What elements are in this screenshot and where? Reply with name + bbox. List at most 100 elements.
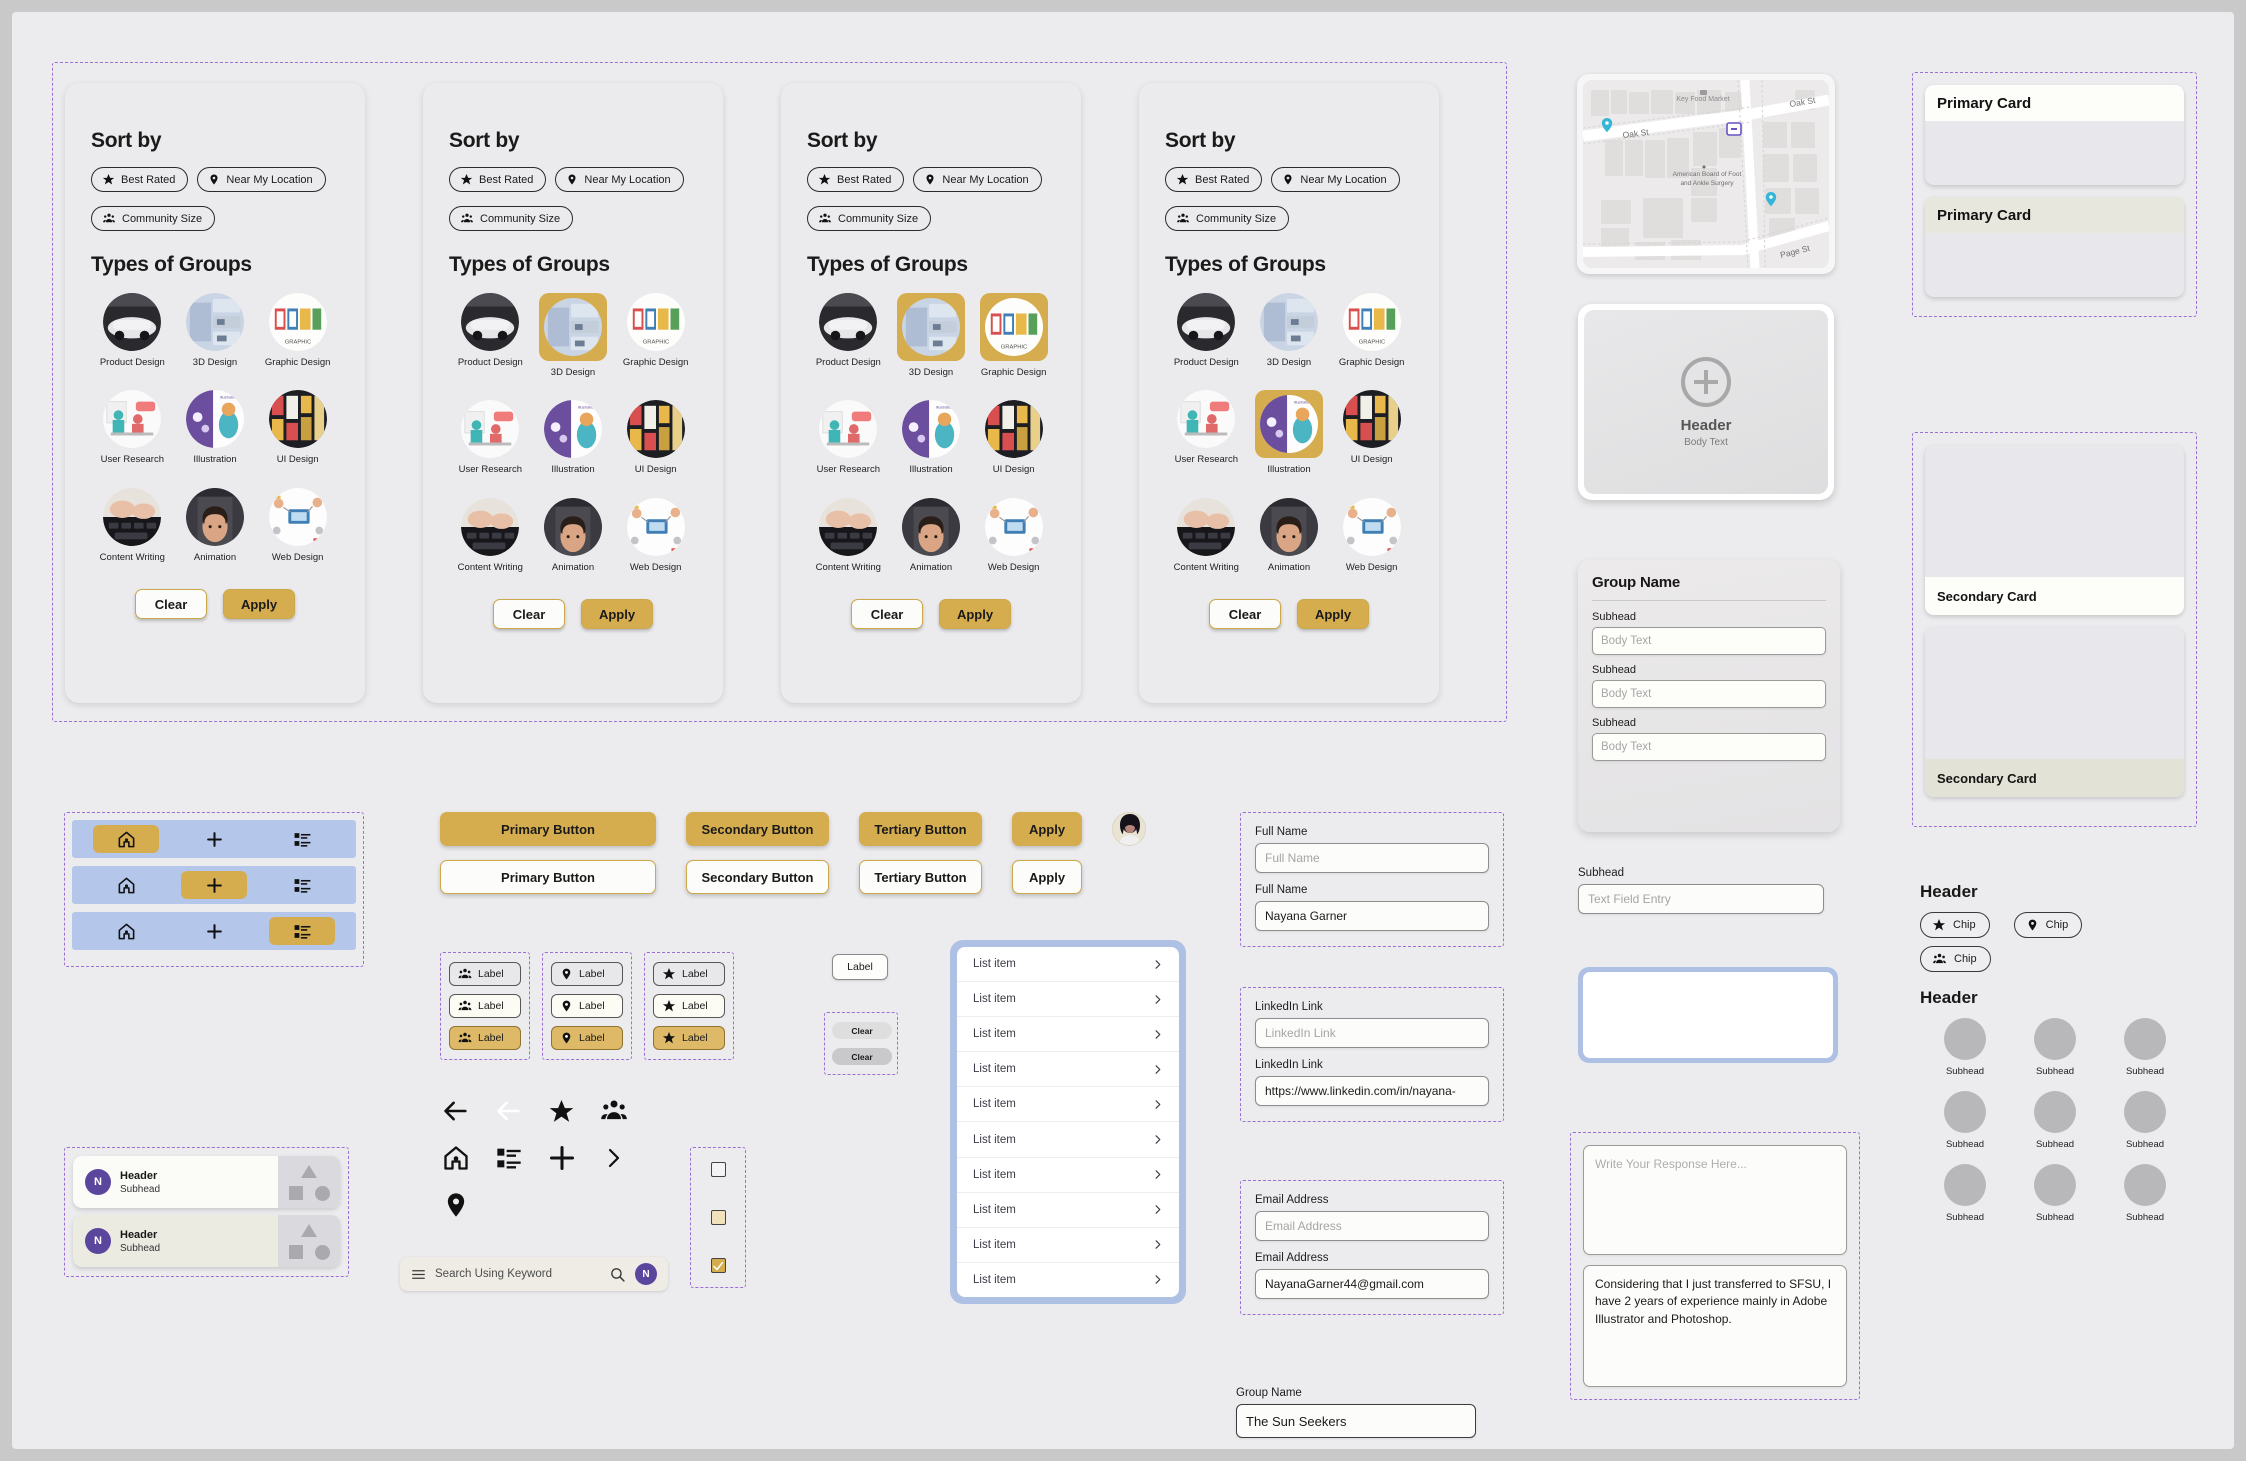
apply-button-outline[interactable]: Apply bbox=[1012, 860, 1082, 894]
group-type-item[interactable]: 3D Design bbox=[174, 293, 256, 368]
search-icon[interactable] bbox=[609, 1266, 626, 1283]
tertiary-button-outline[interactable]: Tertiary Button bbox=[859, 860, 982, 894]
group-type-thumb[interactable] bbox=[1259, 497, 1318, 556]
nav-add-button[interactable] bbox=[181, 917, 247, 945]
email-input-empty[interactable]: Email Address bbox=[1255, 1211, 1489, 1241]
home-icon[interactable] bbox=[442, 1144, 470, 1172]
group-type-thumb[interactable] bbox=[819, 293, 878, 351]
group-type-item[interactable]: User Research bbox=[91, 390, 173, 465]
navbar-list-active[interactable] bbox=[72, 912, 356, 950]
group-type-thumb[interactable] bbox=[1177, 497, 1236, 556]
avatar[interactable] bbox=[1944, 1091, 1986, 1133]
group-type-item[interactable]: Product Design bbox=[1165, 293, 1247, 368]
primary-button[interactable]: Primary Button bbox=[440, 812, 656, 846]
sort-chip[interactable]: Best Rated bbox=[91, 167, 189, 192]
group-type-item[interactable]: UI Design bbox=[615, 400, 697, 475]
clear-pill-pressed[interactable]: Clear bbox=[832, 1048, 892, 1065]
group-type-item[interactable]: Illustration Illustration bbox=[890, 400, 972, 475]
list-item[interactable]: List item bbox=[957, 1122, 1179, 1158]
star-icon[interactable] bbox=[548, 1098, 575, 1125]
nav-list-button[interactable] bbox=[269, 825, 335, 853]
apply-button[interactable]: Apply bbox=[1297, 599, 1369, 630]
checkbox-unchecked[interactable] bbox=[710, 1162, 726, 1177]
sort-chip[interactable]: Best Rated bbox=[1165, 167, 1263, 192]
group-type-item[interactable]: Web Design bbox=[257, 487, 339, 563]
user-avatar[interactable]: N bbox=[635, 1263, 657, 1285]
community-icon[interactable] bbox=[600, 1097, 628, 1125]
sort-chip[interactable]: Community Size bbox=[1165, 206, 1290, 231]
group-type-thumb-selected[interactable]: Illustration bbox=[1254, 390, 1323, 459]
avatar-item[interactable]: Subhead bbox=[1944, 1091, 1986, 1150]
group-type-thumb[interactable] bbox=[268, 487, 327, 546]
textarea-inner[interactable] bbox=[1583, 972, 1833, 1058]
group-type-item[interactable]: GRAPHIC Graphic Design bbox=[973, 293, 1055, 378]
search-bar[interactable]: Search Using Keyword N bbox=[400, 1257, 668, 1291]
group-type-item[interactable]: 3D Design bbox=[890, 293, 972, 378]
list-icon[interactable] bbox=[495, 1144, 523, 1172]
list-item[interactable]: N Header Subhead bbox=[73, 1215, 340, 1267]
back-arrow-white-icon[interactable] bbox=[495, 1097, 523, 1125]
group-type-item[interactable]: Web Design bbox=[973, 497, 1055, 573]
list-item[interactable]: List item bbox=[957, 1087, 1179, 1123]
group-type-item[interactable]: Content Writing bbox=[449, 497, 531, 573]
avatar-item[interactable]: Subhead bbox=[2124, 1091, 2166, 1150]
group-type-item[interactable]: Content Writing bbox=[91, 487, 173, 563]
group-type-thumb[interactable] bbox=[626, 497, 685, 556]
linkedin-input-filled[interactable]: https://www.linkedin.com/in/nayana- bbox=[1255, 1076, 1489, 1106]
apply-button[interactable]: Apply bbox=[223, 589, 295, 620]
community-size-chip[interactable]: Chip bbox=[1920, 946, 1991, 972]
group-type-item[interactable]: Product Design bbox=[807, 293, 889, 378]
sort-chip[interactable]: Near My Location bbox=[197, 167, 326, 192]
clear-button[interactable]: Clear bbox=[135, 589, 207, 620]
sort-chip[interactable]: Near My Location bbox=[1271, 167, 1400, 192]
list-item[interactable]: List item bbox=[957, 947, 1179, 983]
group-type-item[interactable]: Animation bbox=[532, 497, 614, 573]
full-name-input-filled[interactable]: Nayana Garner bbox=[1255, 901, 1489, 931]
nav-add-button[interactable] bbox=[181, 825, 247, 853]
group-type-item[interactable]: 3D Design bbox=[1248, 293, 1330, 368]
label-chip[interactable]: Label bbox=[832, 954, 888, 980]
group-type-item[interactable]: Illustration Illustration bbox=[532, 400, 614, 475]
secondary-card[interactable]: Secondary Card bbox=[1925, 445, 2184, 615]
best-rated-chip-selected[interactable]: Label bbox=[653, 1026, 725, 1050]
group-type-thumb[interactable] bbox=[901, 497, 960, 556]
group-type-thumb[interactable] bbox=[1259, 293, 1318, 351]
group-type-thumb[interactable] bbox=[984, 400, 1043, 459]
group-type-item[interactable]: UI Design bbox=[257, 390, 339, 465]
avatar[interactable] bbox=[2034, 1164, 2076, 1206]
group-type-thumb[interactable] bbox=[461, 400, 520, 459]
group-card-input[interactable]: Body Text bbox=[1592, 733, 1826, 761]
sort-chip[interactable]: Near My Location bbox=[913, 167, 1042, 192]
checkbox-hover[interactable] bbox=[710, 1210, 726, 1225]
best-rated-chip[interactable]: Label bbox=[653, 994, 725, 1018]
group-type-item[interactable]: User Research bbox=[449, 400, 531, 475]
focused-textarea[interactable] bbox=[1578, 967, 1838, 1063]
group-type-item[interactable]: Content Writing bbox=[807, 497, 889, 573]
group-type-thumb[interactable] bbox=[185, 487, 244, 546]
text-field-entry-input[interactable]: Text Field Entry bbox=[1578, 884, 1824, 914]
community-size-chip[interactable]: Label bbox=[449, 962, 521, 986]
nav-home-button[interactable] bbox=[93, 917, 159, 945]
map-card[interactable]: Key Food Market Oak St Oak St Page St Am… bbox=[1577, 74, 1835, 274]
group-type-thumb[interactable]: GRAPHIC bbox=[268, 293, 327, 351]
group-type-thumb[interactable] bbox=[984, 497, 1043, 556]
group-type-item[interactable]: Web Design bbox=[1331, 497, 1413, 573]
group-type-thumb[interactable] bbox=[1342, 497, 1401, 556]
list-item[interactable]: List item bbox=[957, 1193, 1179, 1228]
group-name-input[interactable]: The Sun Seekers bbox=[1236, 1404, 1476, 1438]
group-type-item[interactable]: Illustration Illustration bbox=[1248, 390, 1330, 475]
avatar[interactable] bbox=[2124, 1091, 2166, 1133]
group-type-thumb[interactable] bbox=[103, 293, 162, 351]
group-type-item[interactable]: GRAPHIC Graphic Design bbox=[257, 293, 339, 368]
apply-button[interactable]: Apply bbox=[581, 599, 653, 630]
group-type-item[interactable]: Product Design bbox=[91, 293, 173, 368]
sort-chip[interactable]: Best Rated bbox=[807, 167, 905, 192]
nav-home-button[interactable] bbox=[93, 825, 159, 853]
group-type-thumb[interactable]: Illustration bbox=[185, 390, 244, 449]
group-type-thumb[interactable] bbox=[1177, 390, 1236, 449]
group-type-thumb[interactable] bbox=[103, 487, 162, 546]
avatar[interactable] bbox=[1944, 1164, 1986, 1206]
group-type-thumb[interactable] bbox=[626, 400, 685, 459]
group-type-thumb[interactable] bbox=[268, 390, 327, 449]
clear-button[interactable]: Clear bbox=[1209, 599, 1281, 630]
